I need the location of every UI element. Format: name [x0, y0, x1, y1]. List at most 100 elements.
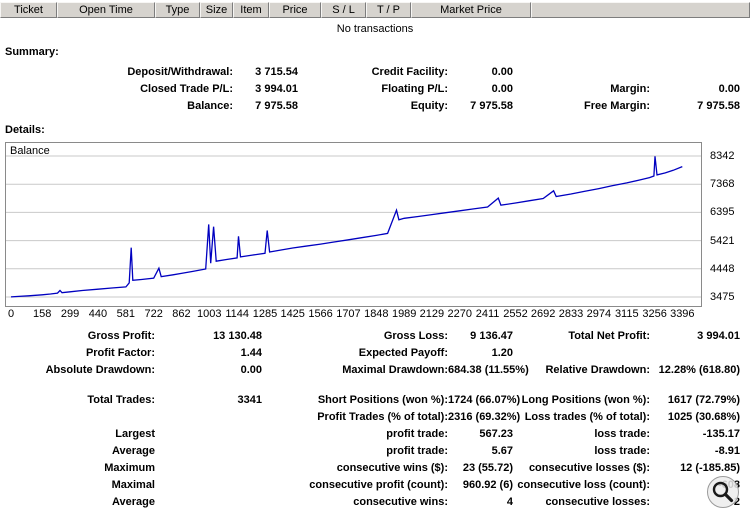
stat-value	[650, 345, 740, 362]
stat-value: 7 975.58	[697, 100, 740, 112]
stat-label: Gross Loss:	[383, 330, 448, 342]
y-axis-tick: 4448	[710, 262, 735, 275]
x-axis-tick: 3396	[670, 308, 695, 320]
column-header-ticket: Ticket	[0, 2, 57, 18]
x-axis-tick: 1989	[391, 308, 417, 320]
column-header-t-p: T / P	[366, 2, 411, 18]
stat-value: 1617 (72.79%)	[667, 394, 740, 406]
x-axis-tick: 1003	[197, 308, 222, 320]
column-header-item: Item	[233, 2, 269, 18]
stat-value: 0.00	[491, 66, 513, 78]
stat-value: 3 994.01	[255, 83, 298, 95]
column-header-filler	[531, 2, 750, 18]
stat-value: 3341	[237, 394, 262, 406]
x-axis-tick: 1425	[280, 308, 305, 320]
stat-label	[513, 64, 650, 81]
x-axis-tick: 3115	[614, 308, 639, 320]
details-section-title: Details:	[5, 124, 45, 136]
stat-label: Maximal	[111, 479, 155, 491]
column-header-price: Price	[269, 2, 321, 18]
stat-label: Credit Facility:	[371, 66, 448, 78]
statistics-grid: Gross Profit: 13 130.48 Gross Loss: 9 136.4…	[0, 328, 750, 511]
column-header-size: Size	[200, 2, 233, 18]
stat-value: 3 994.01	[697, 330, 740, 342]
stat-label: Largest	[115, 428, 155, 440]
y-axis-tick: 5421	[710, 234, 735, 247]
stat-value: 960.92 (6)	[462, 479, 513, 491]
chart-series-label: Balance	[10, 145, 50, 157]
x-axis-tick: 158	[33, 308, 52, 320]
stat-value: 0.00	[491, 83, 513, 95]
stat-label: Margin:	[610, 83, 650, 95]
stat-label: Profit Factor:	[85, 347, 155, 359]
chart-x-axis: 0 158 299 440 581 722 862 1003 1144 1285 1425 1566 1…	[5, 308, 702, 322]
row-spacer	[0, 379, 740, 392]
stat-label	[513, 345, 650, 362]
stat-label: Absolute Drawdown:	[45, 364, 155, 376]
y-axis-tick: 3475	[710, 291, 735, 303]
stat-label: Gross Profit:	[87, 330, 155, 342]
stat-value: 1.44	[240, 347, 262, 359]
stat-value: 567.23	[479, 428, 513, 440]
stat-value	[155, 477, 262, 494]
stat-label: Equity:	[410, 100, 448, 112]
stat-value: 3 715.54	[255, 66, 298, 78]
stat-value	[155, 494, 262, 511]
stat-label: Balance:	[187, 100, 233, 112]
stat-label: Expected Payoff:	[358, 347, 448, 359]
stat-value	[155, 460, 262, 477]
stat-label: consecutive losses:	[545, 496, 650, 508]
summary-grid: Deposit/Withdrawal: 3 715.54 Credit Facili…	[0, 64, 750, 115]
x-axis-tick: 1285	[252, 308, 278, 320]
stat-value: 13 130.48	[213, 330, 262, 342]
stat-value: 5.67	[491, 445, 513, 457]
zoom-overlay-icon[interactable]	[706, 475, 740, 509]
stat-label: loss trade:	[594, 428, 650, 440]
stat-label: profit trade:	[386, 445, 448, 457]
stat-value: 9 136.47	[470, 330, 513, 342]
stat-label: Long Positions (won %):	[521, 394, 650, 406]
stat-label: consecutive wins ($):	[336, 462, 448, 474]
chart-y-axis: 3475 4448 5421 6395 7368 8342	[706, 142, 750, 307]
stat-value: 23 (55.72)	[462, 462, 513, 474]
stat-value: 0.00	[718, 83, 740, 95]
stat-label: Deposit/Withdrawal:	[127, 66, 233, 78]
stat-value: 0.00	[240, 364, 262, 376]
stat-label: Maximum	[104, 462, 155, 474]
stat-label: loss trade:	[594, 445, 650, 457]
stat-label: consecutive loss (count):	[517, 479, 650, 491]
stat-value: 7 975.58	[470, 100, 513, 112]
stat-label: profit trade:	[386, 428, 448, 440]
x-axis-tick: 2270	[447, 308, 472, 320]
stat-value: 2316 (69.32%)	[448, 411, 521, 423]
x-axis-tick: 3256	[642, 308, 667, 320]
x-axis-tick: 299	[60, 308, 80, 320]
balance-line-chart	[6, 155, 701, 298]
x-axis-tick: 722	[144, 308, 163, 320]
stat-value	[650, 64, 740, 81]
x-axis-tick: 1848	[364, 308, 389, 320]
x-axis-tick: 1144	[225, 308, 249, 320]
stat-value	[155, 443, 262, 460]
stat-value: -135.17	[702, 428, 740, 440]
stat-value: 684.38 (11.55%)	[448, 364, 529, 376]
stat-label: Closed Trade P/L:	[140, 83, 233, 95]
stat-value	[155, 426, 262, 443]
stat-label: Total Trades:	[87, 394, 155, 406]
stat-label: consecutive losses ($):	[528, 462, 650, 474]
x-axis-tick: 2129	[419, 308, 445, 320]
y-axis-tick: 8342	[710, 150, 735, 162]
x-axis-tick: 2411	[475, 308, 500, 320]
stat-value: 12.28% (618.80)	[658, 364, 740, 376]
stat-label	[0, 409, 155, 426]
stat-label: Short Positions (won %):	[317, 394, 448, 406]
stat-value: 1025 (30.68%)	[667, 411, 740, 423]
stat-value: 7 975.58	[255, 100, 298, 112]
stat-value: -8.91	[714, 445, 740, 457]
x-axis-tick: 2974	[586, 308, 612, 320]
stat-label: consecutive profit (count):	[309, 479, 448, 491]
column-header-market-price: Market Price	[411, 2, 531, 18]
stat-label: Average	[111, 445, 155, 457]
y-axis-tick: 7368	[710, 178, 735, 191]
column-header-s-l: S / L	[321, 2, 366, 18]
